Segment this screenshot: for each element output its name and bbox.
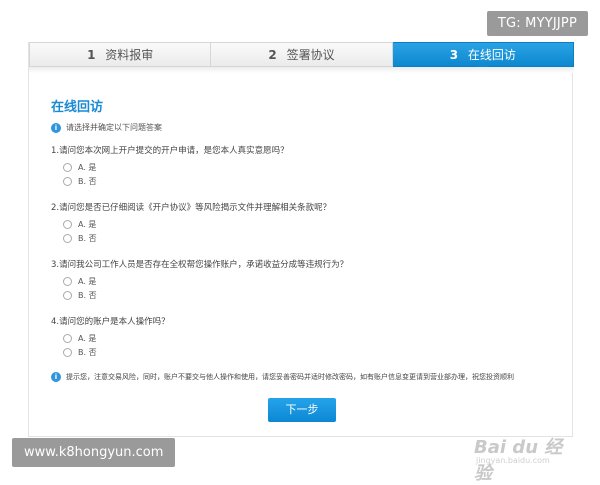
q2-option-a[interactable]: A. 是 xyxy=(63,219,96,230)
tip-text: 提示您，注意交易风险，同时，账户不要交与他人操作和使用，请您妥善密码并适时修改密… xyxy=(66,373,514,381)
step-2-sign-agreement: 2 签署协议 xyxy=(211,42,393,67)
option-label: A. 是 xyxy=(78,163,97,172)
q2-option-b[interactable]: B. 否 xyxy=(63,233,97,244)
radio-button[interactable] xyxy=(63,291,72,300)
step-3-online-callback: 3 在线回访 xyxy=(392,42,574,72)
question-4: 4.请问您的账户是本人操作吗？ xyxy=(51,317,170,327)
baidu-watermark-url: jingyan.baidu.com xyxy=(476,456,550,465)
step-1-document-review: 1 资料报审 xyxy=(29,42,212,67)
option-label: B. 否 xyxy=(78,348,97,357)
q4-option-b[interactable]: B. 否 xyxy=(63,347,97,358)
online-callback-panel: 1 资料报审 2 签署协议 3 在线回访 在线回访 i 请选择并确定以下问题答案 … xyxy=(28,42,574,484)
radio-button[interactable] xyxy=(63,348,72,357)
radio-button[interactable] xyxy=(63,277,72,286)
step-progress-bar: 1 资料报审 2 签署协议 3 在线回访 xyxy=(29,42,574,72)
risk-tip: i 提示您，注意交易风险，同时，账户不要交与他人操作和使用，请您妥善密码并适时修改… xyxy=(51,372,514,382)
tab-shadow xyxy=(29,67,574,73)
hint-text: 请选择并确定以下问题答案 xyxy=(66,123,162,132)
info-icon: i xyxy=(51,372,61,382)
option-label: A. 是 xyxy=(78,220,97,229)
option-label: B. 否 xyxy=(78,291,97,300)
question-1: 1.请问您本次网上开户提交的开户申请，是您本人真实意愿吗？ xyxy=(51,146,289,156)
q1-option-b[interactable]: B. 否 xyxy=(63,176,97,187)
q3-option-a[interactable]: A. 是 xyxy=(63,276,96,287)
option-label: A. 是 xyxy=(78,334,97,343)
radio-button[interactable] xyxy=(63,177,72,186)
radio-button[interactable] xyxy=(63,163,72,172)
step-label: 签署协议 xyxy=(286,48,335,62)
step-number: 1 xyxy=(87,48,96,62)
option-label: B. 否 xyxy=(78,177,97,186)
option-label: A. 是 xyxy=(78,277,97,286)
site-url-badge: www.k8hongyun.com xyxy=(12,438,176,467)
tg-badge: TG: MYYJJPP xyxy=(486,11,588,36)
step-label: 在线回访 xyxy=(467,48,516,62)
option-label: B. 否 xyxy=(78,234,97,243)
page-title: 在线回访 xyxy=(51,100,104,115)
q1-option-a[interactable]: A. 是 xyxy=(63,162,96,173)
next-step-button[interactable]: 下一步 xyxy=(268,398,336,422)
question-3: 3.请问我公司工作人员是否存在全权帮您操作账户，承诺收益分成等违规行为？ xyxy=(51,260,349,270)
radio-button[interactable] xyxy=(63,234,72,243)
info-icon: i xyxy=(51,122,61,133)
step-number: 2 xyxy=(268,48,277,62)
radio-button[interactable] xyxy=(63,334,72,343)
instruction-hint: i 请选择并确定以下问题答案 xyxy=(51,122,162,133)
step-label: 资料报审 xyxy=(105,48,154,62)
question-2: 2.请问您是否已仔细阅读《开户协议》等风险揭示文件并理解相关条款呢？ xyxy=(51,203,332,213)
q3-option-b[interactable]: B. 否 xyxy=(63,290,97,301)
radio-button[interactable] xyxy=(63,220,72,229)
q4-option-a[interactable]: A. 是 xyxy=(63,333,96,344)
step-number: 3 xyxy=(449,48,459,62)
